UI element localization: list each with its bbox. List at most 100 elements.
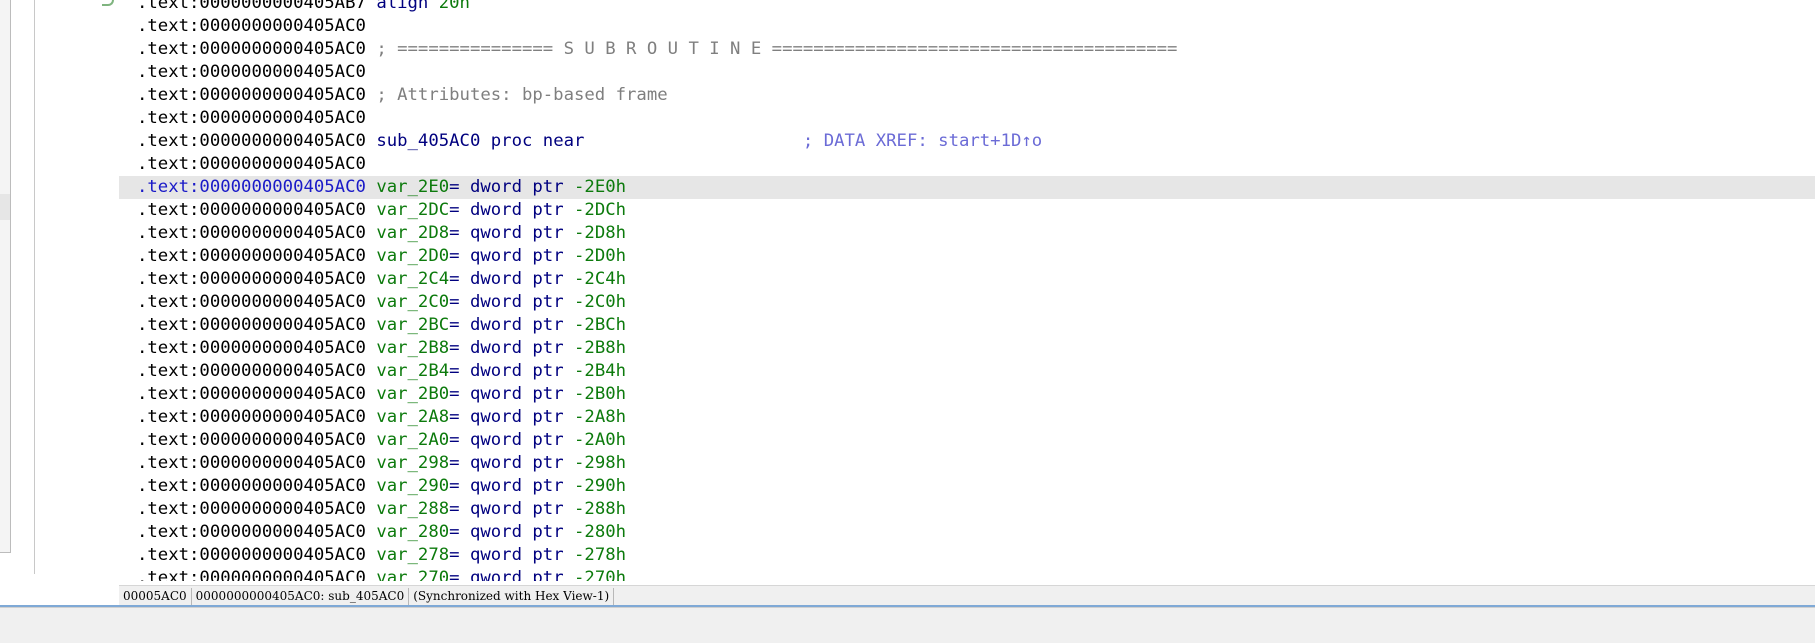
- left-panel-strip[interactable]: [0, 0, 11, 553]
- line-token-var[interactable]: var_2B8: [376, 338, 449, 358]
- disasm-line[interactable]: .text:0000000000405AC0 var_2C0= dword pt…: [119, 291, 1815, 314]
- line-address[interactable]: .text:0000000000405AC0: [137, 568, 366, 581]
- line-token-kw[interactable]: = qword ptr: [449, 522, 574, 542]
- line-address[interactable]: .text:0000000000405AC0: [137, 545, 366, 565]
- line-address[interactable]: .text:0000000000405AC0: [137, 39, 366, 59]
- line-token-var[interactable]: var_2BC: [376, 315, 449, 335]
- line-token-num[interactable]: -2B0h: [574, 384, 626, 404]
- disassembly-view[interactable]: .text:0000000000405AB7 align 20h .text:00…: [119, 0, 1815, 581]
- line-token-kw[interactable]: = qword ptr: [449, 568, 574, 581]
- disasm-line[interactable]: .text:0000000000405AC0 var_270= qword pt…: [119, 567, 1815, 581]
- disasm-line[interactable]: .text:0000000000405AC0 var_278= qword pt…: [119, 544, 1815, 567]
- line-token-kw[interactable]: = qword ptr: [449, 499, 574, 519]
- line-token-kw[interactable]: = dword ptr: [449, 338, 574, 358]
- disasm-line[interactable]: .text:0000000000405AC0 var_288= qword pt…: [119, 498, 1815, 521]
- disasm-line[interactable]: .text:0000000000405AC0 var_2C4= dword pt…: [119, 268, 1815, 291]
- line-address[interactable]: .text:0000000000405AC0: [137, 315, 366, 335]
- line-token-num[interactable]: -290h: [574, 476, 626, 496]
- disasm-line[interactable]: .text:0000000000405AC0: [119, 107, 1815, 130]
- disasm-line[interactable]: .text:0000000000405AC0 var_2B0= qword pt…: [119, 383, 1815, 406]
- disasm-line[interactable]: .text:0000000000405AC0 var_280= qword pt…: [119, 521, 1815, 544]
- disasm-line[interactable]: .text:0000000000405AC0 var_2DC= dword pt…: [119, 199, 1815, 222]
- line-address[interactable]: .text:0000000000405AC0: [137, 292, 366, 312]
- line-token-num[interactable]: -2B4h: [574, 361, 626, 381]
- disasm-line[interactable]: .text:0000000000405AC0 var_2A0= qword pt…: [119, 429, 1815, 452]
- line-address[interactable]: .text:0000000000405AC0: [137, 177, 366, 197]
- disasm-line[interactable]: .text:0000000000405AC0 ; ===============…: [119, 38, 1815, 61]
- line-address[interactable]: .text:0000000000405AC0: [137, 108, 366, 128]
- line-token-var[interactable]: var_2A0: [376, 430, 449, 450]
- disasm-line[interactable]: .text:0000000000405AC0: [119, 61, 1815, 84]
- line-token-kw[interactable]: [584, 131, 803, 151]
- line-address[interactable]: .text:0000000000405AC0: [137, 407, 366, 427]
- line-token-var[interactable]: var_2C4: [376, 269, 449, 289]
- line-token-num[interactable]: -2BCh: [574, 315, 626, 335]
- line-token-num[interactable]: -278h: [574, 545, 626, 565]
- line-token-num[interactable]: -298h: [574, 453, 626, 473]
- line-token-kw[interactable]: = qword ptr: [449, 407, 574, 427]
- disasm-line[interactable]: .text:0000000000405AC0 var_2A8= qword pt…: [119, 406, 1815, 429]
- line-token-num[interactable]: -2D8h: [574, 223, 626, 243]
- disasm-line[interactable]: .text:0000000000405AC0 sub_405AC0 proc n…: [119, 130, 1815, 153]
- line-token-kw[interactable]: = qword ptr: [449, 545, 574, 565]
- line-token-kw[interactable]: align: [376, 0, 438, 13]
- disasm-line[interactable]: .text:0000000000405AC0 var_2B8= dword pt…: [119, 337, 1815, 360]
- line-token-kw[interactable]: = qword ptr: [449, 384, 574, 404]
- line-token-num[interactable]: -2B8h: [574, 338, 626, 358]
- line-token-kw[interactable]: = qword ptr: [449, 246, 574, 266]
- disasm-line[interactable]: .text:0000000000405AC0 var_2D0= qword pt…: [119, 245, 1815, 268]
- line-address[interactable]: .text:0000000000405AC0: [137, 223, 366, 243]
- line-token-var[interactable]: var_2B4: [376, 361, 449, 381]
- disasm-line[interactable]: .text:0000000000405AC0: [119, 15, 1815, 38]
- line-address[interactable]: .text:0000000000405AC0: [137, 499, 366, 519]
- line-token-var[interactable]: var_290: [376, 476, 449, 496]
- disasm-line[interactable]: .text:0000000000405AC0 var_2BC= dword pt…: [119, 314, 1815, 337]
- line-token-var[interactable]: var_2DC: [376, 200, 449, 220]
- line-token-num[interactable]: -2A8h: [574, 407, 626, 427]
- line-token-xref[interactable]: ; DATA XREF: start+1D↑o: [803, 131, 1042, 151]
- line-token-num[interactable]: 20h: [439, 0, 470, 13]
- line-address[interactable]: .text:0000000000405AC0: [137, 131, 366, 151]
- line-address[interactable]: .text:0000000000405AC0: [137, 269, 366, 289]
- line-address[interactable]: .text:0000000000405AC0: [137, 16, 366, 36]
- line-token-num[interactable]: -2C0h: [574, 292, 626, 312]
- disasm-line[interactable]: .text:0000000000405AC0 var_2D8= qword pt…: [119, 222, 1815, 245]
- line-token-kw[interactable]: = dword ptr: [449, 269, 574, 289]
- line-token-kw[interactable]: = dword ptr: [449, 177, 574, 197]
- line-token-kw[interactable]: = qword ptr: [449, 430, 574, 450]
- line-token-num[interactable]: -2DCh: [574, 200, 626, 220]
- line-address[interactable]: .text:0000000000405AC0: [137, 246, 366, 266]
- line-address[interactable]: .text:0000000000405AC0: [137, 430, 366, 450]
- line-token-kw[interactable]: = dword ptr: [449, 315, 574, 335]
- disasm-line[interactable]: .text:0000000000405AC0 var_2B4= dword pt…: [119, 360, 1815, 383]
- line-token-kw[interactable]: = qword ptr: [449, 223, 574, 243]
- line-token-kw[interactable]: = dword ptr: [449, 200, 574, 220]
- disasm-line[interactable]: .text:0000000000405AB7 align 20h: [119, 0, 1815, 15]
- line-token-kw[interactable]: = dword ptr: [449, 292, 574, 312]
- line-token-num[interactable]: -2C4h: [574, 269, 626, 289]
- line-token-var[interactable]: var_2D8: [376, 223, 449, 243]
- line-token-var[interactable]: var_2E0: [376, 177, 449, 197]
- line-token-num[interactable]: -288h: [574, 499, 626, 519]
- line-token-var[interactable]: var_288: [376, 499, 449, 519]
- line-address[interactable]: .text:0000000000405AC0: [137, 453, 366, 473]
- line-address[interactable]: .text:0000000000405AC0: [137, 154, 366, 174]
- disasm-line[interactable]: .text:0000000000405AC0 var_298= qword pt…: [119, 452, 1815, 475]
- line-token-var[interactable]: var_280: [376, 522, 449, 542]
- line-token-var[interactable]: var_298: [376, 453, 449, 473]
- line-token-num[interactable]: -270h: [574, 568, 626, 581]
- line-token-var[interactable]: var_270: [376, 568, 449, 581]
- disasm-line[interactable]: .text:0000000000405AC0 var_2E0= dword pt…: [119, 176, 1815, 199]
- line-token-num[interactable]: -2E0h: [574, 177, 626, 197]
- line-token-kw[interactable]: proc near: [491, 131, 585, 151]
- line-address[interactable]: .text:0000000000405AB7: [137, 0, 366, 13]
- disasm-line[interactable]: .text:0000000000405AC0 var_290= qword pt…: [119, 475, 1815, 498]
- line-token-num[interactable]: -2A0h: [574, 430, 626, 450]
- line-token-num[interactable]: -280h: [574, 522, 626, 542]
- line-address[interactable]: .text:0000000000405AC0: [137, 476, 366, 496]
- line-address[interactable]: .text:0000000000405AC0: [137, 384, 366, 404]
- line-token-kw[interactable]: = dword ptr: [449, 361, 574, 381]
- disasm-line[interactable]: .text:0000000000405AC0: [119, 153, 1815, 176]
- line-token-var[interactable]: var_278: [376, 545, 449, 565]
- line-token-kw[interactable]: = qword ptr: [449, 453, 574, 473]
